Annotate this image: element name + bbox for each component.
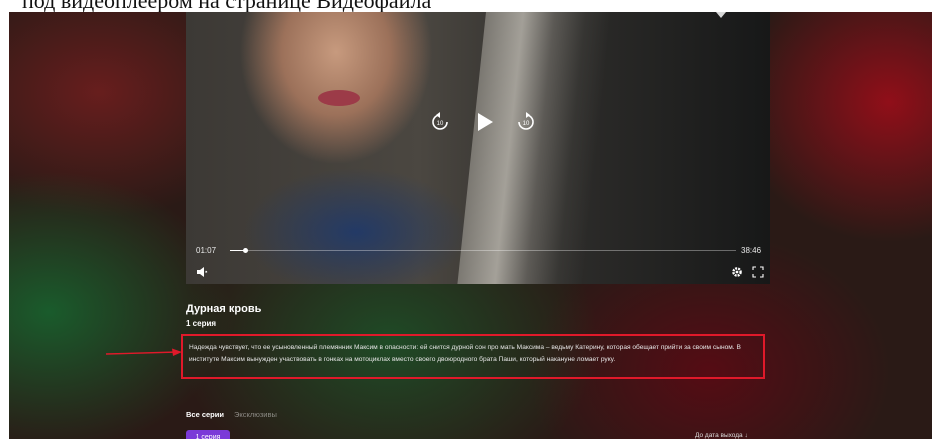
tab-exclusives[interactable]: Эксклюзивы	[234, 410, 277, 419]
forward-10-icon[interactable]: 10	[516, 112, 536, 132]
chevron-down-icon[interactable]	[716, 12, 726, 18]
progress-track[interactable]	[230, 248, 736, 253]
episode-1-button[interactable]: 1 серия	[186, 430, 230, 439]
show-title: Дурная кровь	[186, 303, 262, 315]
forward-seconds: 10	[523, 121, 530, 127]
volume-icon[interactable]	[196, 266, 208, 278]
gear-icon[interactable]	[731, 266, 743, 278]
video-player[interactable]: 10 10 01:07 38:46	[186, 12, 770, 284]
current-time: 01:07	[196, 246, 217, 255]
video-page: 10 10 01:07 38:46 Дурная кровь 1 серия Н…	[9, 12, 932, 439]
episode-description: Надежда чувствует, что ее усыновленный п…	[189, 344, 741, 363]
description-highlight-box: Надежда чувствует, что ее усыновленный п…	[181, 334, 765, 379]
video-frame-image	[457, 12, 611, 284]
tab-all-episodes[interactable]: Все серии	[186, 410, 224, 419]
rewind-10-icon[interactable]: 10	[430, 112, 450, 132]
red-arrow-icon	[105, 348, 182, 356]
to-end-link[interactable]: До дата выхода ↓	[695, 432, 748, 439]
episode-label: 1 серия	[186, 319, 217, 328]
fullscreen-icon[interactable]	[752, 266, 764, 278]
video-frame-image-detail	[318, 90, 360, 106]
video-info: Дурная кровь 1 серия Надежда чувствует, …	[181, 302, 766, 379]
to-end-label: До дата выхода	[695, 432, 743, 439]
play-button[interactable]	[472, 110, 496, 134]
episode-tabs: Все серии Эксклюзивы	[186, 410, 277, 419]
play-icon	[478, 113, 493, 131]
rewind-seconds: 10	[437, 121, 444, 127]
total-time: 38:46	[741, 246, 762, 255]
progress-knob[interactable]	[242, 248, 248, 253]
caption-text: под видеоплеером на странице Видеофайла	[0, 0, 932, 12]
arrow-down-icon: ↓	[744, 432, 748, 439]
